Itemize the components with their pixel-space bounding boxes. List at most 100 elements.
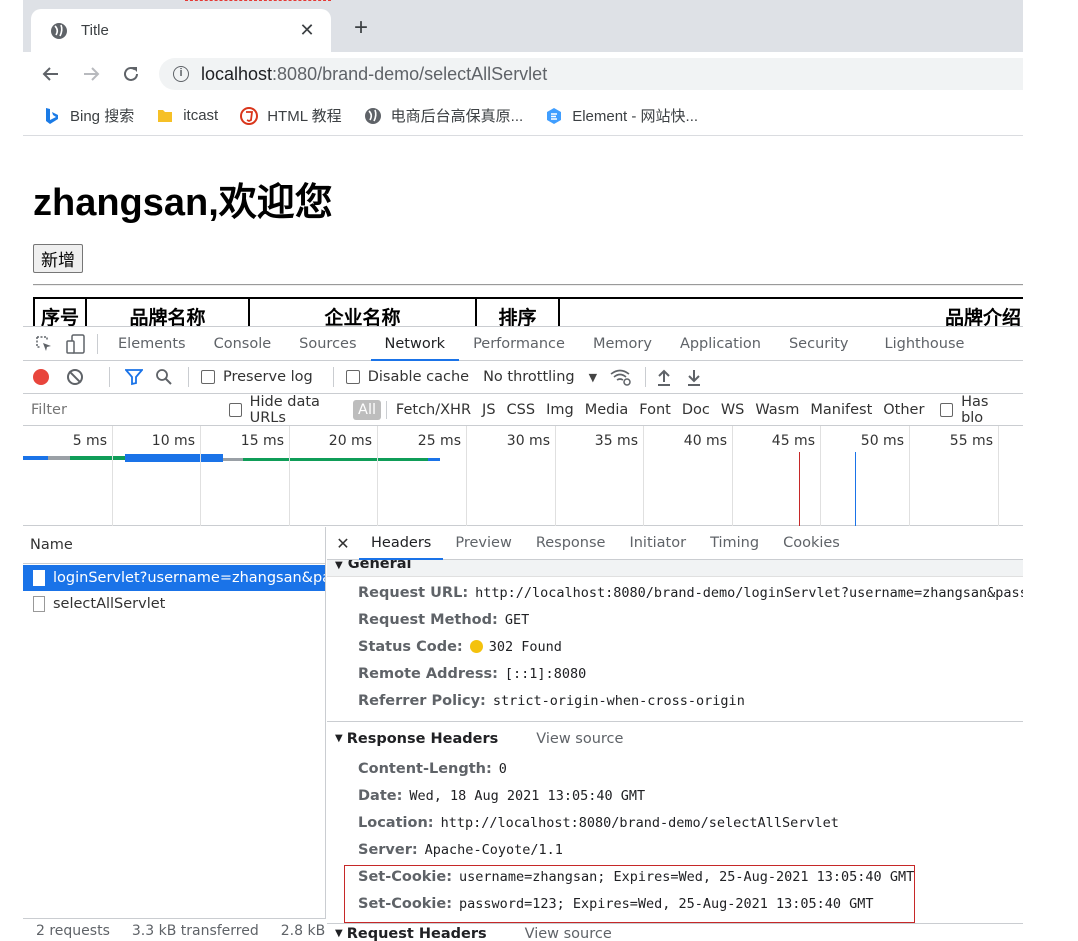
- tab-security[interactable]: Security: [775, 327, 863, 361]
- filter-type-fetch-xhr[interactable]: Fetch/XHR: [391, 400, 476, 420]
- dom-content-loaded-line: [855, 452, 856, 526]
- has-blocked-cookies-checkbox[interactable]: Has blo: [940, 394, 1009, 426]
- filter-input[interactable]: [25, 398, 215, 421]
- document-icon: [33, 596, 45, 612]
- browser-tab[interactable]: Title ✕: [31, 9, 331, 52]
- bookmark-bing[interactable]: Bing 搜索: [43, 105, 134, 126]
- tab-network[interactable]: Network: [370, 327, 460, 361]
- header-value: Apache-Coyote/1.1: [424, 841, 563, 858]
- waterfall-bar: [223, 458, 243, 461]
- back-button[interactable]: [37, 60, 65, 88]
- reload-button[interactable]: [117, 60, 145, 88]
- header-row: Referrer Policy: strict-origin-when-cros…: [327, 687, 1023, 714]
- upload-icon[interactable]: [652, 365, 676, 389]
- tab-preview[interactable]: Preview: [443, 527, 523, 560]
- forward-button[interactable]: [77, 60, 105, 88]
- clear-icon[interactable]: [67, 369, 83, 385]
- globe-icon: [364, 107, 382, 125]
- request-row[interactable]: selectAllServlet: [23, 591, 325, 617]
- filter-type-css[interactable]: CSS: [502, 400, 541, 420]
- bookmark-label: 电商后台高保真原...: [390, 108, 524, 125]
- filter-type-media[interactable]: Media: [580, 400, 634, 420]
- bookmark-label: Bing 搜索: [70, 108, 135, 125]
- header-key: Status Code:: [358, 638, 463, 655]
- search-icon[interactable]: [152, 365, 176, 389]
- tab-sources[interactable]: Sources: [285, 327, 370, 361]
- tab-initiator[interactable]: Initiator: [617, 527, 698, 560]
- timeline-gridline: [732, 426, 733, 526]
- tab-lighthouse[interactable]: Lighthouse: [871, 327, 979, 361]
- bookmark-html-tutorial[interactable]: HTML 教程: [240, 105, 342, 126]
- document-icon: [33, 570, 45, 586]
- preserve-log-checkbox[interactable]: Preserve log: [201, 369, 313, 385]
- close-detail-icon[interactable]: ✕: [327, 534, 359, 553]
- timeline-label: 40 ms: [683, 433, 727, 449]
- filter-type-doc[interactable]: Doc: [677, 400, 715, 420]
- filter-type-manifest[interactable]: Manifest: [805, 400, 877, 420]
- download-icon[interactable]: [682, 365, 706, 389]
- tab-console[interactable]: Console: [200, 327, 286, 361]
- tab-performance[interactable]: Performance: [459, 327, 579, 361]
- header-key: Request URL:: [358, 584, 469, 601]
- filter-type-all[interactable]: All: [353, 399, 382, 420]
- toolbar-separator: [188, 367, 189, 387]
- waterfall-bar: [125, 454, 223, 462]
- view-source-link[interactable]: View source: [525, 926, 612, 941]
- device-toolbar-icon[interactable]: [64, 332, 88, 356]
- request-headers-section-header[interactable]: ▼ Request Headers View source: [327, 923, 1023, 941]
- header-value: 0: [498, 760, 507, 777]
- timeline-overview[interactable]: 5 ms 10 ms 15 ms 20 ms 25 ms 30 ms 35 ms 40 ms 4…: [23, 426, 1023, 526]
- triangle-down-icon: ▼: [335, 560, 343, 571]
- filter-type-js[interactable]: JS: [477, 400, 500, 420]
- filter-type-wasm[interactable]: Wasm: [750, 400, 804, 420]
- tab-application[interactable]: Application: [666, 327, 775, 361]
- timeline-label: 30 ms: [506, 433, 550, 449]
- record-button[interactable]: [33, 369, 49, 385]
- tab-elements[interactable]: Elements: [104, 327, 200, 361]
- waterfall-bar: [70, 456, 125, 460]
- header-row: Status Code: 302 Found: [327, 633, 1023, 660]
- tab-cookies[interactable]: Cookies: [771, 527, 852, 560]
- request-headers-title: Request Headers: [346, 925, 487, 941]
- view-source-link[interactable]: View source: [536, 731, 623, 747]
- timeline-gridline: [820, 426, 821, 526]
- header-row: Date: Wed, 18 Aug 2021 13:05:40 GMT: [327, 782, 1023, 809]
- address-bar[interactable]: i localhost:8080/brand-demo/selectAllSer…: [159, 58, 1023, 90]
- timeline-gridline: [112, 426, 113, 526]
- name-column-header[interactable]: Name: [23, 527, 325, 564]
- inspect-element-icon[interactable]: [32, 332, 56, 356]
- header-row: Server: Apache-Coyote/1.1: [327, 836, 1023, 863]
- timeline-gridline: [909, 426, 910, 526]
- timeline-label: 15 ms: [240, 433, 284, 449]
- header-key: Request Method:: [358, 611, 498, 628]
- close-tab-icon[interactable]: ✕: [297, 20, 317, 41]
- request-row[interactable]: loginServlet?username=zhangsan&pa...: [23, 565, 325, 591]
- header-row: Location: http://localhost:8080/brand-de…: [327, 809, 1023, 836]
- bookmark-label: itcast: [183, 107, 219, 124]
- filter-type-ws[interactable]: WS: [716, 400, 750, 420]
- bookmark-itcast[interactable]: itcast: [156, 107, 218, 125]
- tab-response[interactable]: Response: [524, 527, 618, 560]
- general-section-header[interactable]: ▼ General: [327, 560, 1023, 577]
- bookmark-element[interactable]: Element - 网站快...: [545, 105, 698, 126]
- site-info-icon[interactable]: i: [173, 66, 189, 82]
- request-name: loginServlet?username=zhangsan&pa...: [53, 570, 325, 586]
- hide-data-urls-checkbox[interactable]: Hide data URLs: [228, 394, 349, 426]
- filter-type-img[interactable]: Img: [541, 400, 579, 420]
- header-value: http://localhost:8080/brand-demo/selectA…: [440, 814, 839, 831]
- bookmark-ecommerce[interactable]: 电商后台高保真原...: [364, 105, 524, 126]
- disable-cache-checkbox[interactable]: Disable cache: [345, 369, 469, 385]
- throttling-select[interactable]: No throttling ▼: [483, 369, 597, 385]
- load-event-line: [799, 452, 800, 526]
- tab-headers[interactable]: Headers: [359, 527, 444, 560]
- add-button[interactable]: 新增: [33, 244, 83, 273]
- new-tab-button[interactable]: +: [349, 16, 373, 40]
- tab-memory[interactable]: Memory: [579, 327, 666, 361]
- tab-timing[interactable]: Timing: [698, 527, 771, 560]
- response-headers-section-header[interactable]: ▼ Response Headers View source: [327, 721, 1023, 755]
- filter-funnel-icon[interactable]: [122, 365, 146, 389]
- filter-type-font[interactable]: Font: [634, 400, 676, 420]
- filter-type-other[interactable]: Other: [878, 400, 929, 420]
- network-conditions-icon[interactable]: [609, 365, 633, 389]
- transferred-size: 3.3 kB transferred: [131, 922, 259, 939]
